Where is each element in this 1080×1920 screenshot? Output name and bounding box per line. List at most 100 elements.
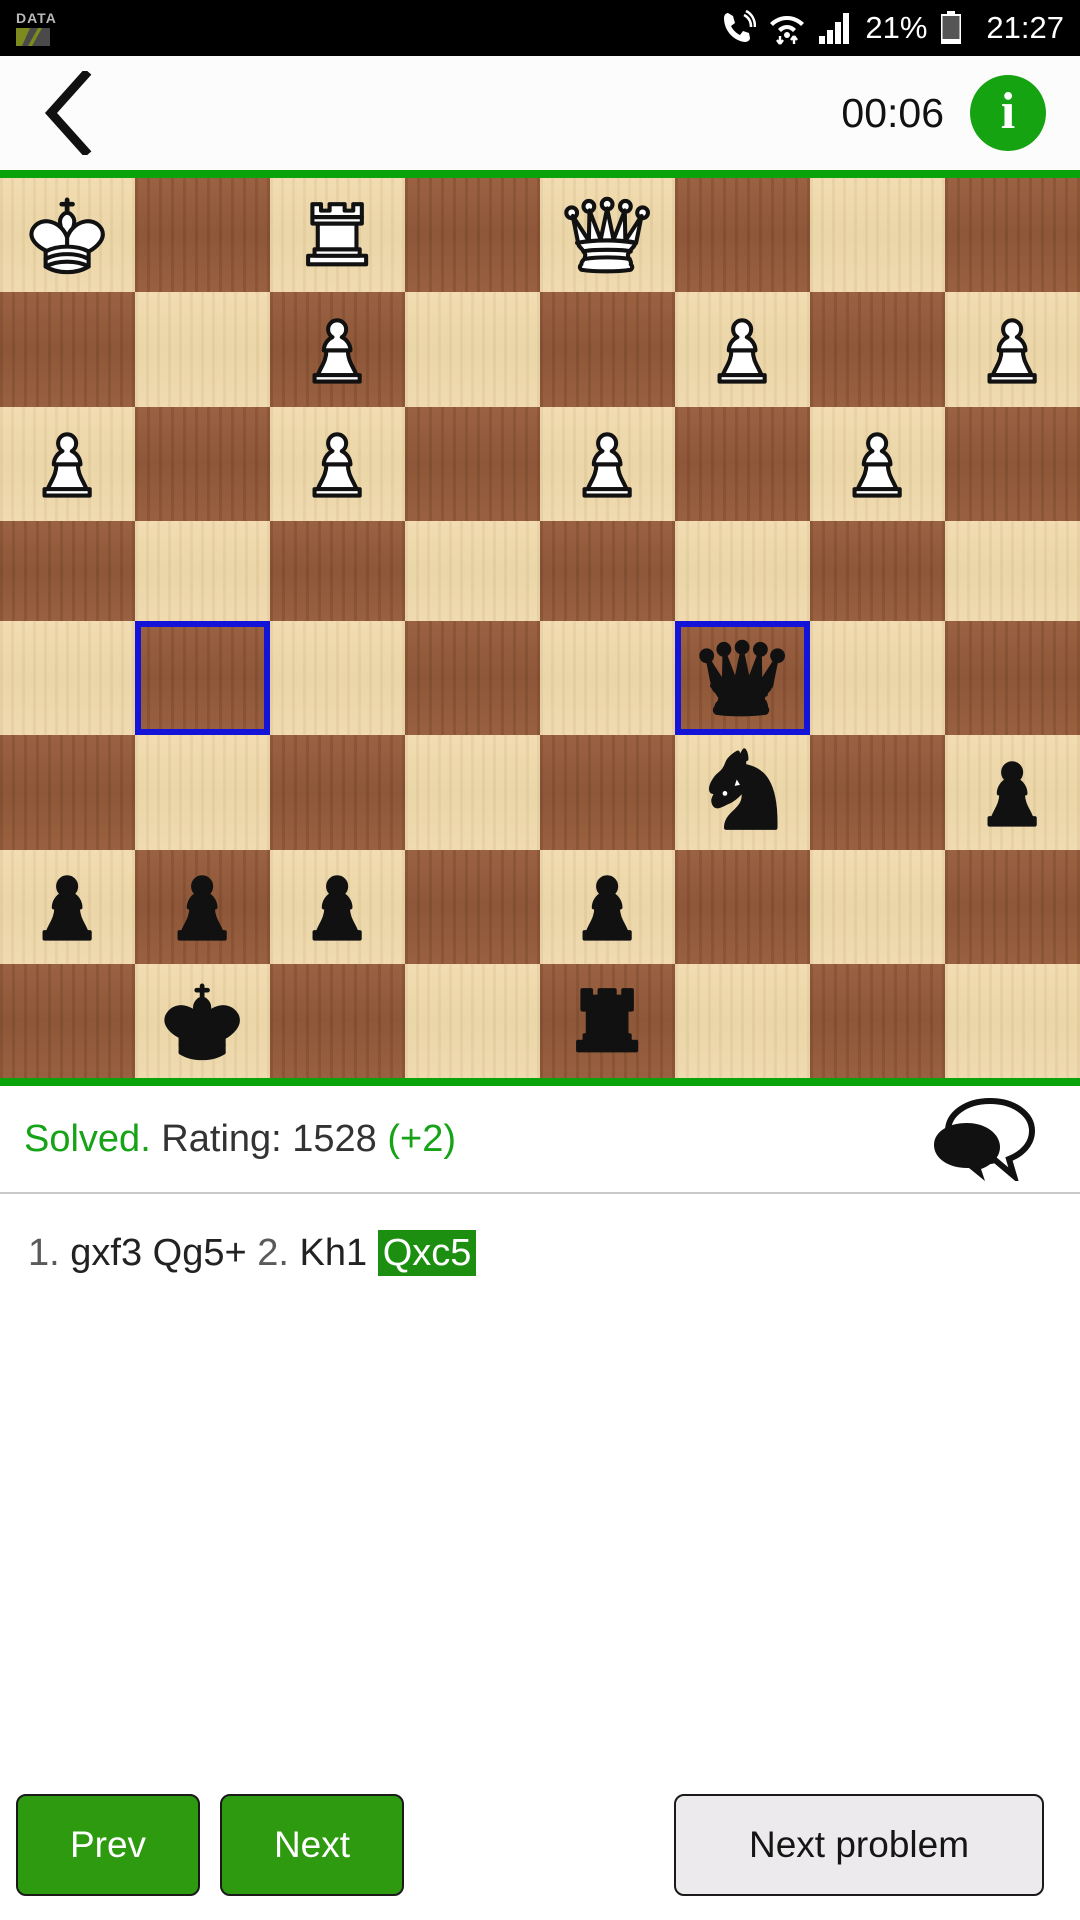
square-e5[interactable] xyxy=(540,520,675,621)
square-b7[interactable] xyxy=(135,292,270,407)
square-d2[interactable] xyxy=(405,849,540,964)
move-Qg5+[interactable]: Qg5+ xyxy=(153,1232,247,1274)
black-rook-icon[interactable] xyxy=(545,968,669,1073)
white-pawn-icon[interactable] xyxy=(275,297,399,402)
move-gxf3[interactable]: gxf3 xyxy=(70,1232,142,1274)
square-g7[interactable] xyxy=(810,292,945,407)
square-g1[interactable] xyxy=(810,963,945,1078)
black-pawn-icon[interactable] xyxy=(545,854,669,959)
square-h5[interactable] xyxy=(945,520,1080,621)
square-d4[interactable] xyxy=(405,621,540,736)
square-b3[interactable] xyxy=(135,735,270,850)
speech-bubbles-icon[interactable] xyxy=(932,1097,1036,1181)
move-list[interactable]: 1. gxf3 Qg5+ 2. Kh1 Qxc5 xyxy=(0,1194,1080,1279)
black-pawn-icon[interactable] xyxy=(275,854,399,959)
square-b4[interactable] xyxy=(135,621,270,736)
square-e4[interactable] xyxy=(540,621,675,736)
square-h2[interactable] xyxy=(945,849,1080,964)
black-king-icon[interactable] xyxy=(140,968,264,1073)
square-a6[interactable] xyxy=(0,406,135,521)
square-d5[interactable] xyxy=(405,520,540,621)
white-pawn-icon[interactable] xyxy=(275,411,399,516)
square-c8[interactable] xyxy=(270,178,405,293)
square-b5[interactable] xyxy=(135,520,270,621)
square-c1[interactable] xyxy=(270,963,405,1078)
square-f8[interactable] xyxy=(675,178,810,293)
result-text: Solved. Rating: 1528 (+2) xyxy=(24,1118,456,1161)
next-problem-button[interactable]: Next problem xyxy=(674,1794,1044,1896)
white-queen-icon[interactable] xyxy=(545,183,669,288)
square-d8[interactable] xyxy=(405,178,540,293)
data-label: DATA xyxy=(16,9,57,26)
square-g8[interactable] xyxy=(810,178,945,293)
square-h7[interactable] xyxy=(945,292,1080,407)
back-button[interactable] xyxy=(26,70,112,156)
white-king-icon[interactable] xyxy=(5,183,129,288)
square-f7[interactable] xyxy=(675,292,810,407)
black-pawn-icon[interactable] xyxy=(140,854,264,959)
square-f1[interactable] xyxy=(675,963,810,1078)
square-c3[interactable] xyxy=(270,735,405,850)
square-a3[interactable] xyxy=(0,735,135,850)
square-h4[interactable] xyxy=(945,621,1080,736)
square-a2[interactable] xyxy=(0,849,135,964)
square-h1[interactable] xyxy=(945,963,1080,1078)
square-d1[interactable] xyxy=(405,963,540,1078)
square-f2[interactable] xyxy=(675,849,810,964)
square-b1[interactable] xyxy=(135,963,270,1078)
square-e3[interactable] xyxy=(540,735,675,850)
square-c7[interactable] xyxy=(270,292,405,407)
current-move[interactable]: Qxc5 xyxy=(377,1230,477,1276)
square-f3[interactable] xyxy=(675,735,810,850)
square-e2[interactable] xyxy=(540,849,675,964)
square-d6[interactable] xyxy=(405,406,540,521)
square-e8[interactable] xyxy=(540,178,675,293)
black-pawn-icon[interactable] xyxy=(5,854,129,959)
square-c2[interactable] xyxy=(270,849,405,964)
square-e7[interactable] xyxy=(540,292,675,407)
square-f6[interactable] xyxy=(675,406,810,521)
square-a8[interactable] xyxy=(0,178,135,293)
square-a1[interactable] xyxy=(0,963,135,1078)
piece-glyph xyxy=(852,432,903,498)
white-pawn-icon[interactable] xyxy=(5,411,129,516)
piece-glyph xyxy=(312,318,363,384)
square-g3[interactable] xyxy=(810,735,945,850)
square-g5[interactable] xyxy=(810,520,945,621)
square-b8[interactable] xyxy=(135,178,270,293)
white-pawn-icon[interactable] xyxy=(815,411,939,516)
square-e6[interactable] xyxy=(540,406,675,521)
square-b6[interactable] xyxy=(135,406,270,521)
square-f5[interactable] xyxy=(675,520,810,621)
black-queen-icon[interactable] xyxy=(680,626,804,731)
white-rook-icon[interactable] xyxy=(275,183,399,288)
square-h3[interactable] xyxy=(945,735,1080,850)
square-g6[interactable] xyxy=(810,406,945,521)
square-c4[interactable] xyxy=(270,621,405,736)
move-Kh1[interactable]: Kh1 xyxy=(300,1232,368,1274)
square-f4[interactable] xyxy=(675,621,810,736)
square-a5[interactable] xyxy=(0,520,135,621)
square-a7[interactable] xyxy=(0,292,135,407)
piece-glyph xyxy=(709,748,778,830)
square-a4[interactable] xyxy=(0,621,135,736)
chess-board[interactable] xyxy=(0,178,1080,1078)
white-pawn-icon[interactable] xyxy=(680,297,804,402)
black-pawn-icon[interactable] xyxy=(950,740,1074,845)
prev-button[interactable]: Prev xyxy=(16,1794,200,1896)
square-h8[interactable] xyxy=(945,178,1080,293)
white-pawn-icon[interactable] xyxy=(545,411,669,516)
square-c5[interactable] xyxy=(270,520,405,621)
info-button[interactable]: i xyxy=(970,75,1046,151)
square-g4[interactable] xyxy=(810,621,945,736)
square-d3[interactable] xyxy=(405,735,540,850)
square-c6[interactable] xyxy=(270,406,405,521)
next-button[interactable]: Next xyxy=(220,1794,404,1896)
square-h6[interactable] xyxy=(945,406,1080,521)
square-b2[interactable] xyxy=(135,849,270,964)
square-e1[interactable] xyxy=(540,963,675,1078)
white-pawn-icon[interactable] xyxy=(950,297,1074,402)
square-d7[interactable] xyxy=(405,292,540,407)
square-g2[interactable] xyxy=(810,849,945,964)
black-knight-icon[interactable] xyxy=(680,740,804,845)
